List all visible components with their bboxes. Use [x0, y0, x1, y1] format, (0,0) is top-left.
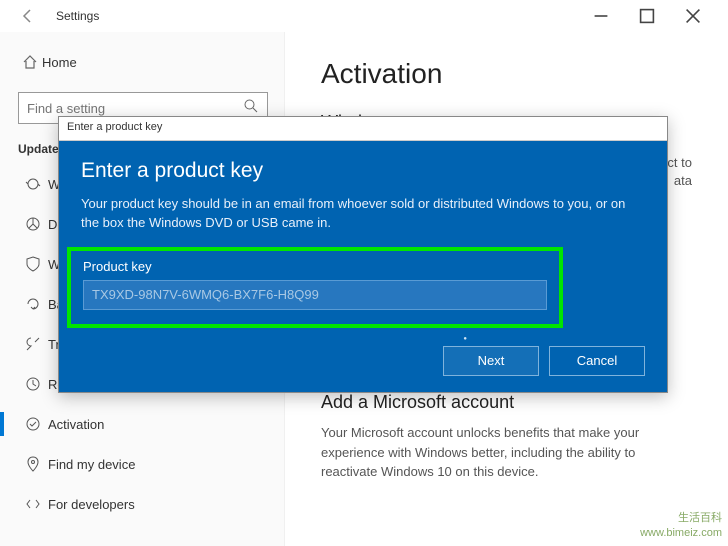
close-button[interactable] — [670, 0, 716, 32]
page-heading: Activation — [321, 58, 692, 90]
sidebar-item-label: Find my device — [48, 457, 135, 472]
activation-icon — [18, 416, 48, 432]
highlight-annotation: Product key — [67, 247, 563, 328]
sidebar-item-activation[interactable]: Activation — [18, 404, 284, 444]
minimize-icon — [593, 8, 609, 24]
location-icon — [18, 456, 48, 472]
dialog-description: Your product key should be in an email f… — [81, 195, 645, 233]
home-icon — [18, 54, 42, 70]
partial-text-2: ata — [674, 173, 692, 188]
sidebar-item-label: Activation — [48, 417, 104, 432]
sidebar-home-label: Home — [42, 55, 77, 70]
partial-text-1: ct to — [667, 155, 692, 170]
maximize-button[interactable] — [624, 0, 670, 32]
window-title: Settings — [56, 9, 99, 23]
next-button[interactable]: Next — [443, 346, 539, 376]
search-input[interactable] — [27, 101, 243, 116]
sidebar-item-find-my-device[interactable]: Find my device — [18, 444, 284, 484]
delivery-icon — [18, 216, 48, 232]
shield-icon — [18, 256, 48, 272]
back-button[interactable] — [12, 0, 44, 32]
close-icon — [685, 8, 701, 24]
minimize-button[interactable] — [578, 0, 624, 32]
product-key-input[interactable] — [83, 280, 547, 310]
sidebar-item-for-developers[interactable]: For developers — [18, 484, 284, 524]
watermark-line1: 生活百科 — [640, 511, 722, 525]
product-key-label: Product key — [83, 259, 547, 274]
maximize-icon — [639, 8, 655, 24]
sidebar-item-label: For developers — [48, 497, 135, 512]
watermark-line2: www.bimeiz.com — [640, 526, 722, 540]
sidebar-home[interactable]: Home — [18, 44, 284, 80]
recovery-icon — [18, 376, 48, 392]
product-key-dialog: Enter a product key Enter a product key … — [58, 116, 668, 393]
ms-account-title: Add a Microsoft account — [321, 392, 692, 413]
ms-account-body: Your Microsoft account unlocks benefits … — [321, 423, 692, 482]
backup-icon — [18, 296, 48, 312]
dialog-titlebar: Enter a product key — [59, 117, 667, 141]
troubleshoot-icon — [18, 336, 48, 352]
sync-icon — [18, 176, 48, 192]
cancel-button[interactable]: Cancel — [549, 346, 645, 376]
arrow-left-icon — [20, 8, 36, 24]
window-controls — [578, 0, 716, 32]
dialog-heading: Enter a product key — [81, 159, 645, 183]
watermark: 生活百科 www.bimeiz.com — [640, 511, 722, 540]
developers-icon — [18, 496, 48, 512]
cursor-dot: ● — [463, 336, 467, 342]
titlebar: Settings — [0, 0, 728, 32]
